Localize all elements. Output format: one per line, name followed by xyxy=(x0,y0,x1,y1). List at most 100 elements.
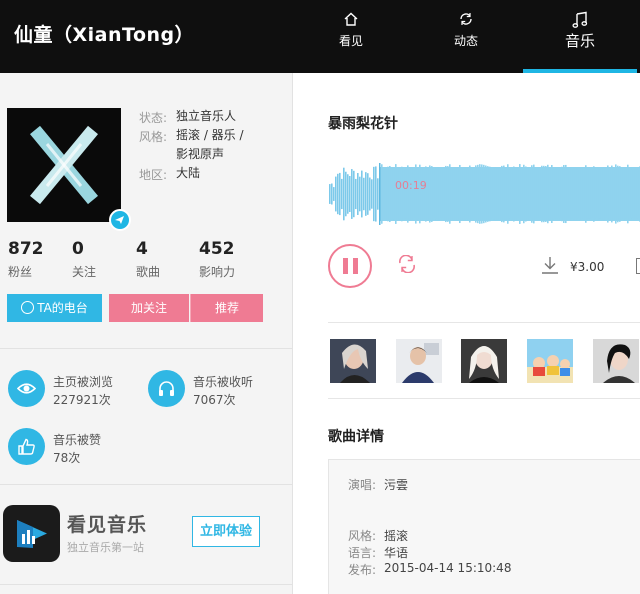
waveform-bar xyxy=(619,166,621,222)
waveform-bar xyxy=(429,165,431,223)
more-icon[interactable] xyxy=(636,258,640,274)
waveform-bar xyxy=(345,171,347,217)
waveform-bar xyxy=(367,173,369,215)
waveform-bar xyxy=(349,176,351,212)
song-title: 暴雨梨花针 xyxy=(328,116,398,132)
waveform-bar xyxy=(343,167,345,221)
radio-button[interactable]: TA的电台 xyxy=(7,294,102,322)
singer-label: 演唱: xyxy=(348,478,377,492)
waveform-bar xyxy=(397,167,399,221)
waveform-bar xyxy=(423,168,425,220)
waveform-bar xyxy=(453,167,455,221)
waveform-bar xyxy=(595,169,597,219)
waveform-bar xyxy=(607,165,609,223)
style-value[interactable]: 摇滚 xyxy=(384,527,408,544)
waveform-bar xyxy=(591,169,593,219)
singer-value[interactable]: 污雲 xyxy=(384,476,408,493)
waveform-bar xyxy=(411,167,413,221)
waveform-bar xyxy=(493,168,495,220)
influence-count: 452 xyxy=(199,239,235,259)
waveform-bar xyxy=(513,166,515,222)
waveform-bar xyxy=(383,168,385,220)
waveform-bar xyxy=(623,167,625,221)
waveform-bar xyxy=(441,169,443,219)
waveform-bar xyxy=(613,167,615,221)
kanjian-app-logo[interactable] xyxy=(3,505,60,562)
waveform-bar xyxy=(469,165,471,223)
waveform-bar xyxy=(489,166,491,222)
radio-icon xyxy=(21,301,35,314)
download-icon[interactable] xyxy=(541,256,559,278)
waveform-bar xyxy=(487,166,489,222)
avatar[interactable] xyxy=(7,108,121,222)
listener-avatar[interactable] xyxy=(593,339,639,383)
waveform-bar xyxy=(445,165,447,223)
pause-button[interactable] xyxy=(328,244,372,288)
waveform-bar xyxy=(583,168,585,220)
pause-icon-bar xyxy=(353,258,358,274)
waveform-bar xyxy=(403,168,405,220)
waveform-bar xyxy=(517,169,519,219)
waveform-bar xyxy=(559,169,561,219)
fans-count[interactable]: 872 xyxy=(8,239,44,259)
waveform-bar xyxy=(507,164,509,224)
release-label: 发布: xyxy=(348,563,377,577)
loop-icon[interactable] xyxy=(397,254,417,277)
waveform-bar xyxy=(569,167,571,221)
waveform-progress[interactable] xyxy=(329,163,640,229)
artist-sidebar: 状态: 独立音乐人 风格: 摇滚 / 器乐 / 影视原声 地区: 大陆 872 … xyxy=(0,73,293,594)
listens-label: 音乐被收听 xyxy=(193,375,254,389)
tab-label: 音乐 xyxy=(564,32,595,50)
divider xyxy=(0,584,293,585)
region-label: 地区: xyxy=(139,168,168,182)
waveform-bar xyxy=(585,165,587,223)
following-count[interactable]: 0 xyxy=(72,239,84,259)
listener-avatar[interactable] xyxy=(396,339,442,383)
views-label: 主页被浏览 xyxy=(53,375,114,389)
waveform-bar xyxy=(427,167,429,221)
waveform-bar xyxy=(593,166,595,222)
waveform-bar xyxy=(589,169,591,219)
waveform-bar xyxy=(633,168,635,220)
waveform-bar xyxy=(351,169,353,219)
fans-label: 粉丝 xyxy=(8,265,33,279)
listener-avatar[interactable] xyxy=(330,339,376,383)
waveform-bar xyxy=(479,164,481,224)
waveform-bar xyxy=(387,166,389,222)
waveform-bar xyxy=(527,167,529,221)
style-value[interactable]: 摇滚 / 器乐 / 影视原声 xyxy=(176,126,246,164)
listener-avatar[interactable] xyxy=(461,339,507,383)
waveform-bar xyxy=(535,168,537,220)
waveform-bar xyxy=(539,169,541,219)
playhead[interactable] xyxy=(379,163,381,225)
waveform-bar xyxy=(537,169,539,219)
tab-music[interactable]: 音乐 xyxy=(523,0,637,73)
divider xyxy=(0,348,293,349)
waveform-bar xyxy=(361,170,363,218)
listener-avatar[interactable] xyxy=(527,339,573,383)
waveform-bar xyxy=(329,184,331,204)
waveform-bar xyxy=(369,177,371,211)
waveform-bar xyxy=(347,174,349,214)
waveform-bar xyxy=(353,170,355,218)
app-name: 看见音乐 xyxy=(67,514,148,536)
style-label: 风格: xyxy=(139,130,168,144)
follow-button[interactable]: 加关注 xyxy=(109,294,189,322)
waveform-bar xyxy=(471,169,473,219)
waveform-bar xyxy=(465,168,467,220)
eye-icon xyxy=(8,370,45,407)
try-now-button[interactable]: 立即体验 xyxy=(192,516,260,547)
waveform-bar xyxy=(541,165,543,223)
waveform-bar xyxy=(449,164,451,224)
waveform-bar xyxy=(419,164,421,224)
waveform-bar xyxy=(451,168,453,220)
waveform-bar xyxy=(635,168,637,220)
waveform-bar xyxy=(337,173,339,215)
waveform-bar xyxy=(357,173,359,215)
songs-count[interactable]: 4 xyxy=(136,239,148,259)
recommend-button[interactable]: 推荐 xyxy=(190,294,263,322)
waveform-bar xyxy=(529,169,531,219)
tab-dongtai[interactable]: 动态 xyxy=(409,0,523,73)
tab-kanjian[interactable]: 看见 xyxy=(294,0,408,73)
waveform-bar xyxy=(443,167,445,221)
